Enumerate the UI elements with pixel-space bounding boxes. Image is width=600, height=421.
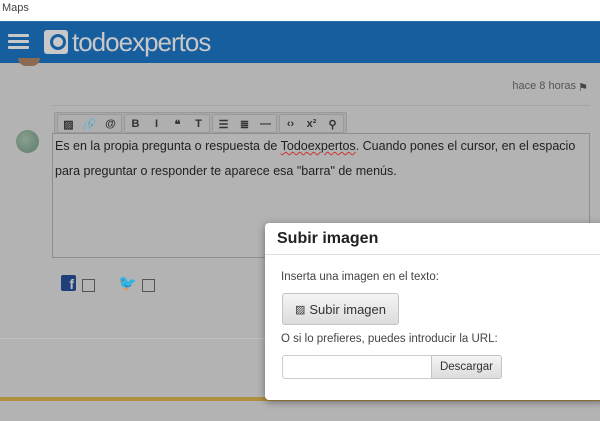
divider xyxy=(265,254,600,255)
mention-icon[interactable]: @ xyxy=(100,115,121,133)
spellcheck-word: Todoexpertos xyxy=(280,139,356,153)
window-title: Maps xyxy=(0,0,600,21)
flag-icon[interactable]: ⚑ xyxy=(578,81,588,94)
brand-logo[interactable]: todoexpertos xyxy=(72,27,211,58)
toolbar-group: ☰ ≣ — xyxy=(212,114,277,133)
italic-icon[interactable]: I xyxy=(146,115,167,133)
divider xyxy=(52,105,590,106)
link-icon[interactable]: 🔗 xyxy=(79,115,100,133)
text-icon[interactable]: T xyxy=(188,115,209,133)
insert-label: Inserta una imagen en el texto: xyxy=(281,271,439,283)
dialog-title: Subir imagen xyxy=(277,230,379,247)
menu-icon[interactable] xyxy=(8,34,29,50)
location-icon[interactable]: ⚲ xyxy=(322,115,343,133)
quote-icon[interactable]: ❝ xyxy=(167,115,188,133)
superscript-icon[interactable]: x² xyxy=(301,115,322,133)
facebook-icon: f xyxy=(61,275,76,292)
image-icon: ▨ xyxy=(294,303,306,316)
url-label: O si lo prefieres, puedes introducir la … xyxy=(281,333,498,345)
upload-image-dialog: Subir imagen Inserta una imagen en el te… xyxy=(265,223,600,400)
editor-text: Es en la propia pregunta o respuesta de xyxy=(55,139,281,153)
site-header: todoexpertos xyxy=(0,21,600,63)
upload-button-label: Subir imagen xyxy=(309,301,386,317)
toolbar-group: ▨ 🔗 @ xyxy=(57,114,122,133)
avatar xyxy=(16,130,39,153)
toolbar-group: ‹› x² ⚲ xyxy=(279,114,344,133)
twitter-icon: 🐦 xyxy=(118,275,137,292)
twitter-share-checkbox[interactable] xyxy=(142,279,155,292)
avatar xyxy=(18,58,40,66)
url-input[interactable] xyxy=(282,355,432,379)
facebook-share-checkbox[interactable] xyxy=(82,279,95,292)
toolbar-group: B I ❝ T xyxy=(124,114,210,133)
numbered-list-icon[interactable]: ≣ xyxy=(234,115,255,133)
bullet-list-icon[interactable]: ☰ xyxy=(213,115,234,133)
download-button[interactable]: Descargar xyxy=(431,355,502,379)
code-icon[interactable]: ‹› xyxy=(280,115,301,133)
horizontal-rule-icon[interactable]: — xyxy=(255,115,276,133)
logo-icon[interactable] xyxy=(44,30,68,54)
timestamp: hace 8 horas xyxy=(512,80,576,92)
image-icon[interactable]: ▨ xyxy=(58,115,79,133)
divider xyxy=(0,338,265,339)
bold-icon[interactable]: B xyxy=(125,115,146,133)
upload-image-button[interactable]: ▨ Subir imagen xyxy=(282,293,399,325)
editor-toolbar: ▨ 🔗 @ B I ❝ T ☰ ≣ — ‹› x² ⚲ xyxy=(54,112,347,134)
